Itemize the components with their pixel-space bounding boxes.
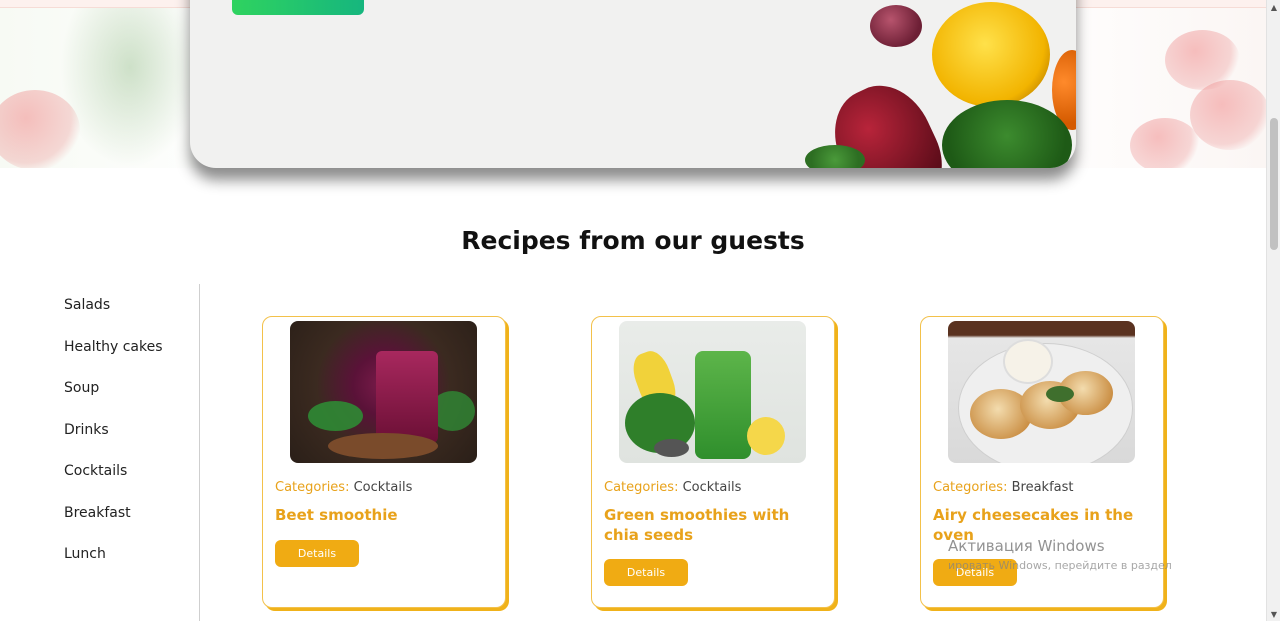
card-category: Categories: Cocktails	[275, 480, 412, 495]
yellow-pepper-image	[932, 2, 1050, 107]
scroll-up-arrow-icon[interactable]: ▲	[1267, 0, 1280, 14]
card-title[interactable]: Green smoothies with chia seeds	[604, 505, 829, 545]
category-sidebar: Salads Healthy cakes Soup Drinks Cocktai…	[0, 284, 200, 621]
card-category: Categories: Cocktails	[604, 480, 741, 495]
recipe-image-green-smoothie[interactable]	[619, 321, 806, 463]
tomato-decoration	[1130, 118, 1200, 168]
recipe-card: Categories: Cocktails Green smoothies wi…	[591, 316, 835, 608]
page: Recipes from our guests Salads Healthy c…	[0, 0, 1280, 621]
onion-image	[870, 5, 922, 47]
windows-activation-subtitle: ировать Windows, перейдите в раздел	[948, 559, 1172, 572]
card-category-label: Categories:	[275, 480, 350, 495]
hero-button[interactable]	[232, 0, 364, 15]
sidebar-item-salads[interactable]: Salads	[64, 297, 110, 313]
recipe-card: Categories: Cocktails Beet smoothie Deta…	[262, 316, 506, 608]
sidebar-item-healthy-cakes[interactable]: Healthy cakes	[64, 339, 163, 355]
spinach-image	[942, 100, 1072, 168]
scroll-thumb[interactable]	[1270, 118, 1278, 250]
sidebar-item-drinks[interactable]: Drinks	[64, 422, 109, 438]
sidebar-item-cocktails[interactable]: Cocktails	[64, 463, 127, 479]
sidebar-item-soup[interactable]: Soup	[64, 380, 99, 396]
sidebar-item-breakfast[interactable]: Breakfast	[64, 505, 131, 521]
section-title: Recipes from our guests	[461, 226, 805, 255]
card-category-label: Categories:	[933, 480, 1008, 495]
recipe-image-beet-smoothie[interactable]	[290, 321, 477, 463]
details-button[interactable]: Details	[275, 540, 359, 567]
card-category-value: Cocktails	[353, 480, 413, 495]
recipe-image-cheesecakes[interactable]	[948, 321, 1135, 463]
tomato-decoration	[1190, 80, 1266, 150]
card-category-value: Breakfast	[1011, 480, 1074, 495]
vertical-scrollbar[interactable]: ▲ ▼	[1266, 0, 1280, 621]
leaf-decoration	[60, 0, 200, 168]
hero-banner	[190, 0, 1076, 168]
card-category: Categories: Breakfast	[933, 480, 1073, 495]
leaf-image	[805, 145, 865, 168]
card-category-value: Cocktails	[682, 480, 742, 495]
details-button[interactable]: Details	[604, 559, 688, 586]
card-category-label: Categories:	[604, 480, 679, 495]
windows-activation-title: Активация Windows	[948, 537, 1105, 555]
card-title[interactable]: Beet smoothie	[275, 505, 500, 525]
sidebar-item-lunch[interactable]: Lunch	[64, 546, 106, 562]
scroll-down-arrow-icon[interactable]: ▼	[1267, 607, 1280, 621]
